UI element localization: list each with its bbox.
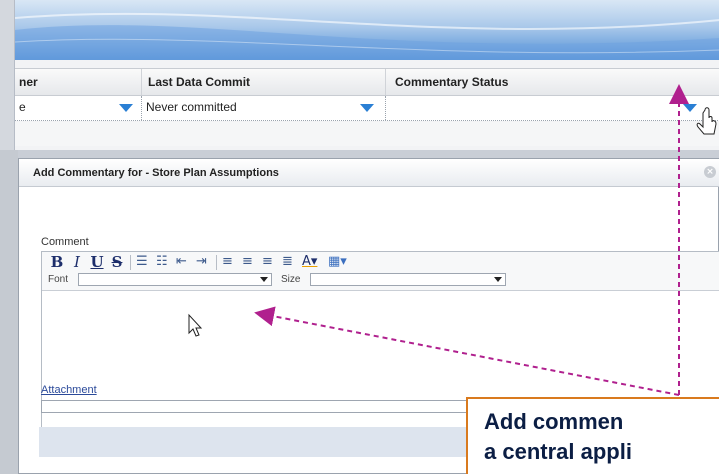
close-icon[interactable]: × — [704, 166, 716, 178]
align-right-icon[interactable]: ≡ — [262, 254, 273, 269]
font-label: Font — [48, 274, 69, 285]
column-header-last-data-commit[interactable]: Last Data Commit — [142, 69, 386, 95]
header-banner — [15, 0, 719, 60]
grid-header: ner Last Data Commit Commentary Status — [15, 68, 719, 96]
commentary-status-dropdown-icon[interactable] — [683, 104, 697, 112]
justify-icon[interactable]: ≣ — [282, 254, 293, 269]
font-color-icon[interactable]: A▾ — [302, 254, 317, 269]
outdent-icon[interactable]: ⇤ — [176, 254, 187, 269]
grid-footer — [15, 122, 719, 146]
last-commit-cell[interactable]: Never committed — [142, 96, 386, 120]
callout-line-1: Add commen — [484, 409, 624, 434]
column-header-owner-label: ner — [19, 75, 38, 89]
toolbar-separator — [130, 255, 131, 270]
column-header-last-data-commit-label: Last Data Commit — [148, 75, 251, 89]
highlight-color-icon[interactable]: ▦▾ — [328, 254, 347, 269]
toolbar-separator — [216, 255, 217, 270]
owner-dropdown-icon[interactable] — [119, 104, 133, 112]
column-header-owner[interactable]: ner — [15, 69, 142, 95]
underline-button[interactable]: U — [90, 253, 104, 271]
last-commit-dropdown-icon[interactable] — [360, 104, 374, 112]
table-row[interactable]: e Never committed — [15, 96, 719, 121]
grid-panel: ner Last Data Commit Commentary Status e… — [14, 0, 719, 150]
last-commit-value: Never committed — [146, 100, 237, 114]
size-select[interactable] — [310, 273, 506, 286]
owner-value: e — [19, 100, 26, 114]
comment-label: Comment — [41, 236, 89, 248]
chevron-down-icon — [494, 277, 502, 282]
chevron-down-icon — [260, 277, 268, 282]
callout-line-2: a central appli — [484, 439, 632, 464]
italic-button[interactable]: I — [70, 253, 84, 271]
owner-cell[interactable]: e — [15, 96, 142, 120]
numbered-list-icon[interactable]: ☰ — [136, 254, 148, 269]
strikethrough-button[interactable]: S — [110, 253, 124, 271]
dialog-shadow — [0, 150, 18, 474]
size-label: Size — [281, 274, 301, 285]
font-select[interactable] — [78, 273, 272, 286]
commentary-status-cell[interactable] — [386, 96, 719, 120]
indent-icon[interactable]: ⇥ — [196, 254, 207, 269]
bullet-list-icon[interactable]: ☷ — [156, 254, 168, 269]
column-header-commentary-status-label: Commentary Status — [395, 75, 509, 89]
editor-toolbar: B I U S ☰ ☷ ⇤ ⇥ ≡ ≡ ≡ ≣ A▾ ▦▾ Font Size — [42, 252, 719, 291]
dialog-title: Add Commentary for - Store Plan Assumpti… — [19, 159, 719, 187]
banner-swoosh — [15, 12, 719, 60]
column-header-commentary-status[interactable]: Commentary Status — [386, 69, 719, 95]
annotation-callout: Add commen a central appli — [466, 397, 719, 474]
attachment-link[interactable]: Attachment — [41, 384, 97, 396]
bold-button[interactable]: B — [50, 253, 64, 271]
align-center-icon[interactable]: ≡ — [242, 254, 253, 269]
align-left-icon[interactable]: ≡ — [222, 254, 233, 269]
dialog-title-text: Add Commentary for - Store Plan Assumpti… — [33, 167, 279, 179]
